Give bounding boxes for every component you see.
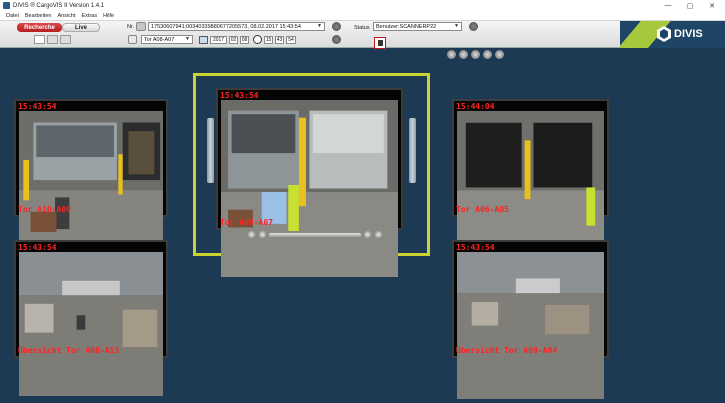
app-icon <box>3 2 10 9</box>
forward-icon[interactable] <box>483 50 492 59</box>
nr-label: Nr. <box>127 24 135 30</box>
tab-live[interactable]: Live <box>62 23 100 32</box>
camera-time: 15:43:54 <box>18 243 57 252</box>
camera-name: Übersicht Tor A09-A04 <box>456 346 558 355</box>
playback-controls <box>247 230 383 240</box>
menu-datei[interactable]: Datei <box>6 13 19 19</box>
menu-extras[interactable]: Extras <box>82 13 98 19</box>
camera-image <box>19 111 163 255</box>
user-icon[interactable] <box>469 22 478 31</box>
camera-time: 15:44:04 <box>456 102 495 111</box>
gate-value: Tor A08-A07 <box>144 36 175 43</box>
year-field[interactable]: 2017 <box>210 36 227 44</box>
camera-name: Tor A08-A07 <box>220 218 273 227</box>
menu-hilfe[interactable]: Hilfe <box>103 13 114 19</box>
title-bar: DIVIS ® CargoVIS II Version 1.4.1 — ▢ ✕ <box>0 0 725 11</box>
hour-field[interactable]: 15 <box>264 36 273 44</box>
scan-icon[interactable] <box>136 22 146 31</box>
toolbar: Recherche Live Nr. 17530607941;003403398… <box>0 21 725 48</box>
maximize-button[interactable]: ▢ <box>680 0 700 11</box>
step-forward-icon[interactable] <box>363 230 372 239</box>
camera-icon <box>377 40 383 46</box>
chevron-down-icon: ▼ <box>454 23 459 29</box>
camera-tile-overview-a09-a04[interactable]: 15:43:54 Übersicht Tor A09-A04 <box>452 240 609 399</box>
camera-name: Tor A10-A09 <box>18 205 71 214</box>
grid-view-icon[interactable] <box>47 35 58 44</box>
clock-icon[interactable] <box>253 35 262 44</box>
menu-bearbeiten[interactable]: Bearbeiten <box>25 13 52 19</box>
status-select[interactable]: Benutzer:SCANNERP22 ▼ <box>373 22 462 31</box>
camera-time: 15:43:54 <box>18 102 57 111</box>
view-switcher <box>34 35 73 44</box>
next-camera-arrow[interactable] <box>409 118 416 183</box>
menu-ansicht[interactable]: Ansicht <box>57 13 75 19</box>
camera-time: 15:43:54 <box>456 243 495 252</box>
camera-name: Tor A06-A05 <box>456 205 509 214</box>
camera-nav <box>447 50 507 59</box>
go-icon[interactable] <box>332 35 341 44</box>
status-label: Status <box>354 25 370 31</box>
close-button[interactable]: ✕ <box>702 0 722 11</box>
camera-tile-a10-a09[interactable]: 15:43:54 Tor A10-A09 <box>14 99 168 255</box>
camera-tile-overview-a08-a13[interactable]: 15:43:54 Übersicht Tor A08-A13 <box>14 240 168 396</box>
camera-time: 15:43:54 <box>220 91 259 100</box>
move-icon[interactable] <box>128 35 137 44</box>
logo-mark-icon <box>657 26 671 42</box>
fast-forward-icon[interactable] <box>374 230 383 239</box>
step-back-icon[interactable] <box>258 230 267 239</box>
nr-value: 17530607941;00340339880677205573, 08.02.… <box>151 23 301 30</box>
list-view-icon[interactable] <box>60 35 71 44</box>
camera-image <box>457 111 604 258</box>
playback-slider[interactable] <box>269 233 361 237</box>
single-view-icon[interactable] <box>34 35 45 44</box>
nr-select[interactable]: 17530607941;00340339880677205573, 08.02.… <box>148 22 325 31</box>
chevron-down-icon: ▼ <box>185 36 190 42</box>
camera-name: Übersicht Tor A08-A13 <box>18 346 120 355</box>
camera-image <box>19 252 163 396</box>
divis-logo: DIVIS <box>620 21 725 48</box>
second-field[interactable]: 54 <box>286 36 296 44</box>
refresh-icon[interactable] <box>332 22 341 31</box>
window-title: DIVIS ® CargoVIS II Version 1.4.1 <box>13 2 105 9</box>
camera-tile-a06-a05[interactable]: 15:44:04 Tor A06-A05 <box>452 99 609 258</box>
camera-tile-a08-a07[interactable]: 15:43:54 Tor A08-A07 <box>216 88 403 277</box>
menu-bar: Datei Bearbeiten Ansicht Extras Hilfe <box>0 11 725 21</box>
next-icon[interactable] <box>495 50 504 59</box>
camera-image <box>457 252 604 399</box>
back-icon[interactable] <box>459 50 468 59</box>
day-field[interactable]: 08 <box>240 36 249 44</box>
rewind-icon[interactable] <box>247 230 256 239</box>
gate-select[interactable]: Tor A08-A07 ▼ <box>141 35 193 44</box>
camera-select-button[interactable] <box>374 37 386 49</box>
logo-text: DIVIS <box>674 28 703 40</box>
chevron-down-icon: ▼ <box>317 23 322 29</box>
calendar-icon[interactable] <box>199 36 208 44</box>
home-icon[interactable] <box>471 50 480 59</box>
previous-icon[interactable] <box>447 50 456 59</box>
tab-recherche[interactable]: Recherche <box>17 23 62 32</box>
camera-image <box>221 100 398 277</box>
month-field[interactable]: 02 <box>229 36 238 44</box>
minute-field[interactable]: 43 <box>275 36 284 44</box>
previous-camera-arrow[interactable] <box>207 118 214 183</box>
status-value: Benutzer:SCANNERP22 <box>376 23 437 30</box>
minimize-button[interactable]: — <box>658 0 678 11</box>
